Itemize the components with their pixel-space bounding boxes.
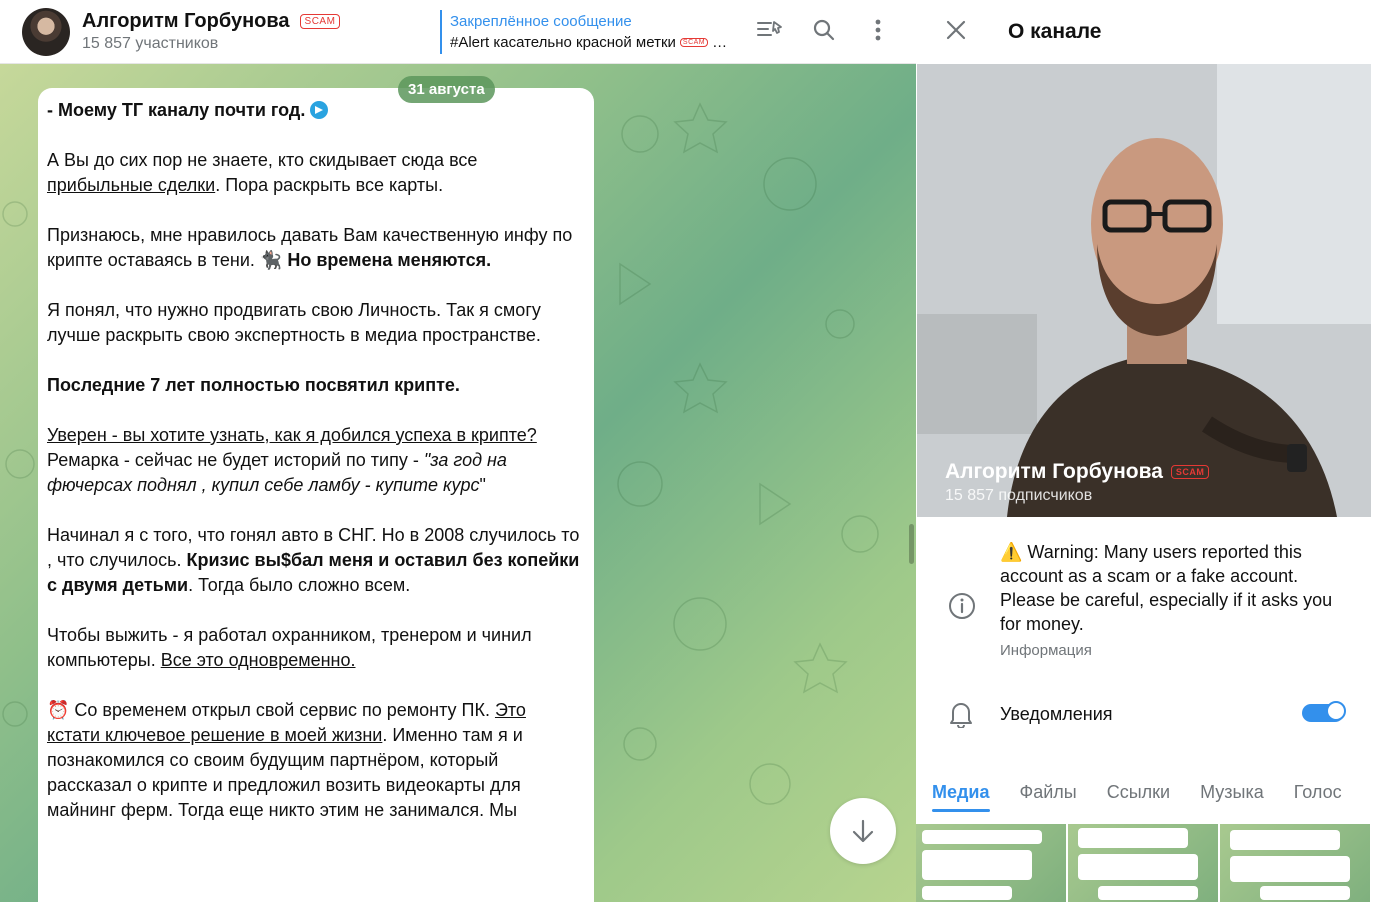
message-paragraph: Уверен - вы хотите узнать, как я добился… — [47, 423, 580, 498]
notifications-row[interactable]: Уведомления — [916, 690, 1378, 738]
message-heading: - Моему ТГ каналу почти год. — [47, 100, 306, 120]
close-icon[interactable] — [946, 20, 966, 45]
tab-music[interactable]: Музыка — [1200, 766, 1278, 818]
telegram-window: Алгоритм Горбунова SCAM 15 857 участнико… — [0, 0, 1378, 902]
message-link[interactable]: Все это одновременно. — [161, 650, 356, 670]
message-text: " — [479, 475, 486, 495]
header-actions — [756, 16, 892, 44]
pinned-text-row: #Alert касательно красной метки SCAM … — [450, 34, 727, 51]
message-bubble[interactable]: - Моему ТГ каналу почти год. А Вы до сих… — [38, 88, 594, 902]
pinned-ellipsis: … — [712, 34, 728, 51]
photo-channel-name: Алгоритм Горбунова — [945, 460, 1163, 483]
media-thumbnail[interactable] — [1068, 824, 1218, 902]
notifications-label: Уведомления — [1000, 703, 1113, 724]
message-paragraph: Признаюсь, мне нравилось давать Вам каче… — [47, 223, 580, 273]
side-header: О канале — [916, 0, 1378, 64]
message-text: Ремарка - сейчас не будет историй по тип… — [47, 450, 424, 470]
message-text: А Вы до сих пор не знаете, кто скидывает… — [47, 150, 478, 170]
channel-info-pane: О канале Алгоритм Горбунова SCAM 15 857 … — [916, 0, 1378, 902]
message-bold-text: Но времена меняются. — [287, 250, 492, 270]
pinned-scam-emoji: SCAM — [679, 38, 709, 47]
side-title: О канале — [1008, 20, 1102, 43]
tab-links[interactable]: Ссылки — [1107, 766, 1184, 818]
more-icon[interactable] — [864, 16, 892, 44]
channel-title-block[interactable]: Алгоритм Горбунова SCAM 15 857 участнико… — [82, 10, 341, 53]
scam-badge: SCAM — [299, 14, 341, 29]
message-paragraph: Последние 7 лет полностью посвятил крипт… — [47, 375, 460, 395]
bell-icon — [948, 700, 974, 733]
chat-background: 31 августа - Моему ТГ каналу почти год. … — [0, 64, 916, 902]
message-paragraph: Я понял, что нужно продвигать свою Лично… — [47, 300, 541, 345]
message-text: . Тогда было сложно всем. — [188, 575, 411, 595]
channel-title: Алгоритм Горбунова — [82, 10, 290, 32]
message-paragraph: - Моему ТГ каналу почти год. — [47, 98, 580, 123]
notifications-toggle[interactable] — [1302, 701, 1346, 722]
message-link[interactable]: прибыльные сделки — [47, 175, 215, 195]
pinned-title: Закреплённое сообщение — [450, 13, 632, 30]
chat-header[interactable]: Алгоритм Горбунова SCAM 15 857 участнико… — [0, 0, 916, 64]
message-paragraph: А Вы до сих пор не знаете, кто скидывает… — [47, 148, 580, 198]
message-paragraph: Чтобы выжить - я работал охранником, тре… — [47, 623, 580, 673]
tab-voice[interactable]: Голос — [1294, 766, 1356, 818]
date-chip: 31 августа — [398, 76, 495, 103]
media-tabs: Медиа Файлы Ссылки Музыка Голос — [916, 766, 1378, 818]
warning-text: ⚠️ Warning: Many users reported this acc… — [1000, 542, 1333, 634]
chat-pane: Алгоритм Горбунова SCAM 15 857 участнико… — [0, 0, 916, 902]
info-section: ⚠️ Warning: Many users reported this acc… — [916, 540, 1378, 659]
message-paragraph: Начинал я с того, что гонял авто в СНГ. … — [47, 523, 580, 598]
channel-photo[interactable]: Алгоритм Горбунова SCAM 15 857 подписчик… — [917, 64, 1371, 517]
channel-avatar[interactable] — [22, 7, 70, 56]
media-thumbnail[interactable] — [1220, 824, 1370, 902]
members-count: 15 857 участников — [82, 35, 219, 52]
media-thumbnail[interactable] — [916, 824, 1066, 902]
warning-row[interactable]: ⚠️ Warning: Many users reported this acc… — [916, 540, 1378, 659]
photo-subscribers: 15 857 подписчиков — [945, 487, 1093, 504]
search-icon[interactable] — [810, 16, 838, 44]
info-icon — [948, 592, 976, 625]
photo-scam-badge: SCAM — [1170, 465, 1210, 479]
pinned-text: #Alert касательно красной метки — [450, 34, 676, 51]
media-grid — [916, 824, 1378, 902]
message-link[interactable]: Уверен - вы хотите узнать, как я добился… — [47, 425, 537, 445]
tab-media[interactable]: Медиа — [932, 766, 1004, 818]
message-text: . Пора раскрыть все карты. — [215, 175, 444, 195]
telegram-icon — [310, 101, 329, 119]
chat-scrollbar[interactable] — [909, 524, 914, 564]
pinned-message[interactable]: Закреплённое сообщение #Alert касательно… — [440, 10, 727, 54]
scroll-down-button[interactable] — [830, 798, 896, 864]
photo-caption: Алгоритм Горбунова SCAM 15 857 подписчик… — [945, 460, 1210, 505]
warning-label: Информация — [1000, 642, 1092, 659]
tab-files[interactable]: Файлы — [1020, 766, 1091, 818]
profile-photo-illustration — [917, 64, 1371, 517]
arrow-down-icon — [852, 819, 874, 843]
message-text: ⏰ Со временем открыл свой сервис по ремо… — [47, 700, 495, 720]
photo-channel-name-row: Алгоритм Горбунова SCAM — [945, 460, 1210, 484]
message-paragraph: ⏰ Со временем открыл свой сервис по ремо… — [47, 698, 580, 823]
pinned-list-icon[interactable] — [756, 16, 784, 44]
